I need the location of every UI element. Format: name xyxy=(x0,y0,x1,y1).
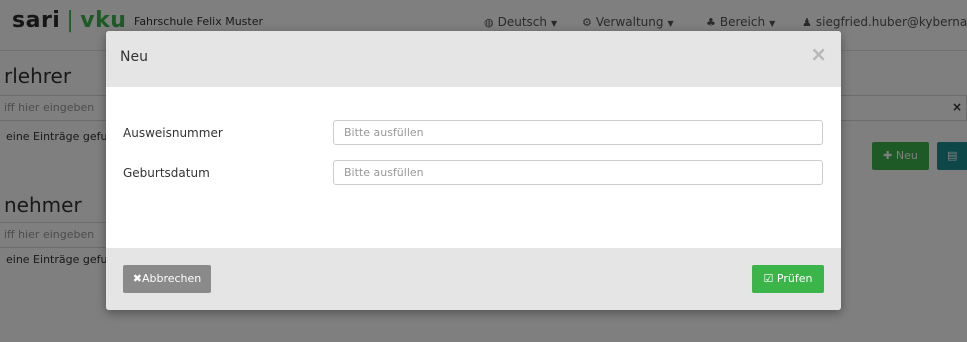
check-button-label: Prüfen xyxy=(776,272,813,285)
modal-title: Neu xyxy=(120,49,148,65)
modal-footer: ✖Abbrechen ☑ Prüfen xyxy=(106,248,841,310)
check-button[interactable]: ☑ Prüfen xyxy=(752,265,824,293)
close-icon[interactable]: × xyxy=(810,42,827,66)
modal-header: Neu × xyxy=(106,31,841,87)
id-number-label: Ausweisnummer xyxy=(123,126,223,140)
birthdate-input[interactable]: Bitte ausfüllen xyxy=(333,160,823,185)
cancel-button[interactable]: ✖Abbrechen xyxy=(123,265,211,293)
new-dialog: Neu × Ausweisnummer Bitte ausfüllen Gebu… xyxy=(106,31,841,310)
check-square-icon: ☑ xyxy=(763,272,777,285)
id-number-input[interactable]: Bitte ausfüllen xyxy=(333,120,823,145)
close-icon: ✖ xyxy=(132,272,142,285)
cancel-button-label: Abbrechen xyxy=(141,272,202,285)
birthdate-label: Geburtsdatum xyxy=(123,166,210,180)
